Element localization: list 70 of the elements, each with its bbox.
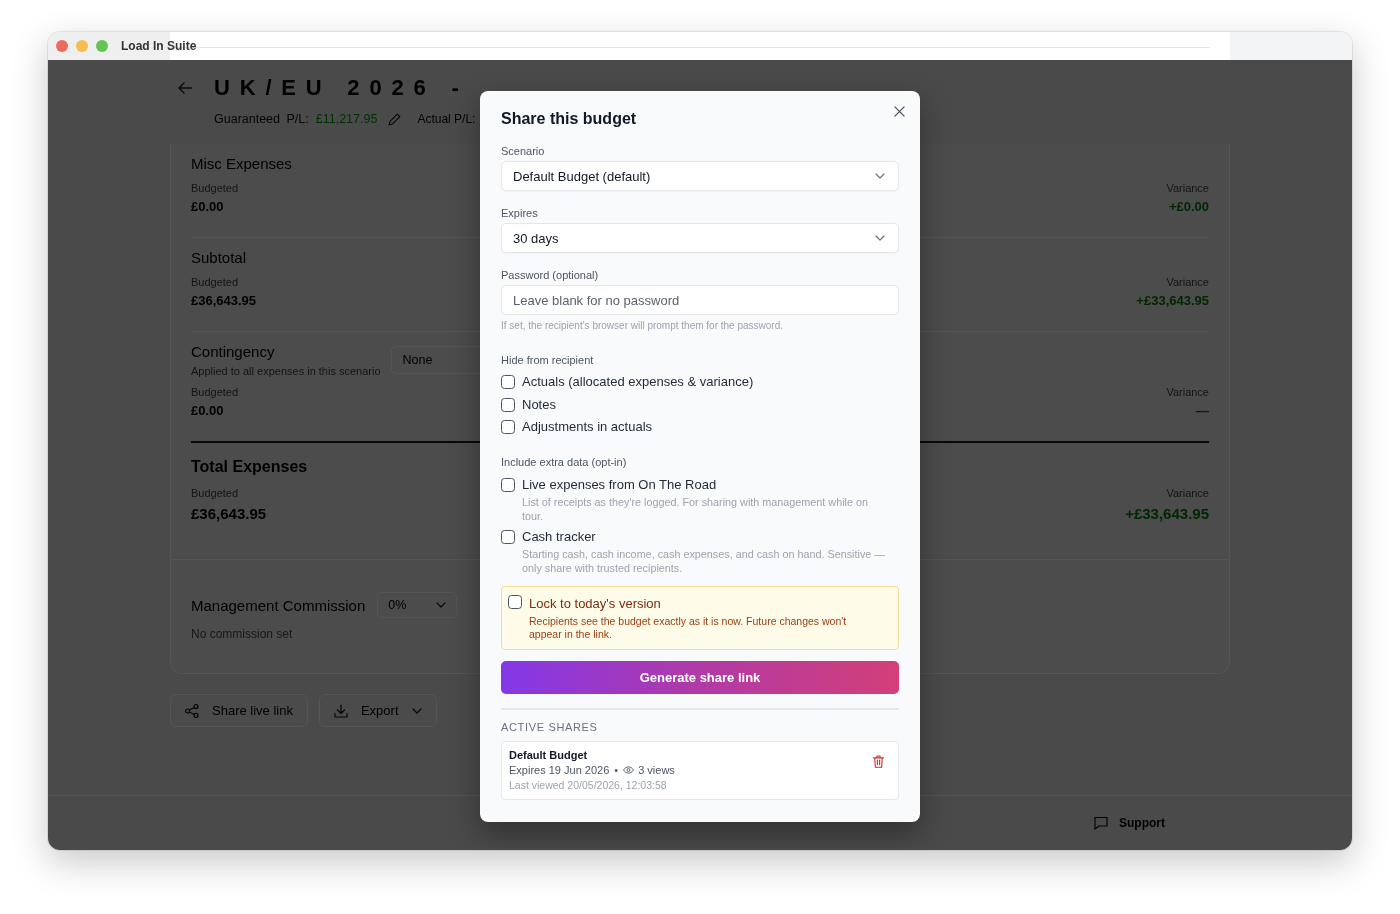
section-title: Misc Expenses: [191, 154, 292, 174]
close-icon: [894, 106, 905, 117]
variance-amount: +£33,643.95: [1125, 504, 1209, 524]
lock-description: Recipients see the budget exactly as it is now. Future changes won't appear in the link.: [529, 614, 848, 641]
checkbox[interactable]: [501, 477, 515, 492]
budgeted-label: Budgeted: [191, 275, 239, 289]
checkbox[interactable]: [501, 375, 515, 390]
budgeted-label: Budgeted: [191, 385, 239, 399]
budgeted-amount: £0.00: [191, 198, 224, 216]
budgeted-label: Budgeted: [191, 486, 239, 500]
option-description: List of receipts as they're logged. For sharing with management while on tour.: [522, 494, 869, 523]
variance-amount: +£33,643.95: [1136, 292, 1209, 310]
checkbox[interactable]: [501, 397, 515, 412]
section-title: Subtotal: [191, 248, 247, 268]
eye-icon: [623, 766, 635, 774]
view-count: 3 views: [638, 762, 675, 778]
expiry-date: Expires 19 Jun 2026: [509, 762, 610, 778]
window-title: Load In Suite: [121, 39, 197, 53]
variance-label: Variance: [1166, 181, 1209, 195]
checkbox-label[interactable]: Cash tracker: [522, 526, 596, 547]
variance-label: Variance: [1166, 486, 1209, 500]
section-title: Contingency: [191, 342, 275, 362]
variance-label: Variance: [1166, 385, 1209, 399]
separator-dot: •: [614, 762, 619, 778]
guaranteed-pl-value: £11,217.95: [315, 112, 378, 126]
chevron-down-icon: [875, 235, 885, 241]
checkbox[interactable]: [501, 529, 515, 544]
budgeted-amount: £0.00: [191, 402, 224, 420]
generate-link-button[interactable]: Generate share link: [501, 660, 899, 694]
budgeted-amount: £36,643.95: [191, 504, 267, 524]
budgeted-amount: £36,643.95: [191, 292, 257, 310]
option-description: Starting cash, cash income, cash expenses, and cash on hand. Sensitive — only share with trusted recipients.: [522, 546, 887, 575]
guaranteed-pl-label: Guaranteed P/L:: [214, 112, 309, 126]
checkbox-label[interactable]: Adjustments in actuals: [522, 417, 653, 438]
chevron-down-icon: [436, 602, 447, 608]
checkbox[interactable]: [501, 420, 515, 435]
chevron-down-icon: [411, 707, 422, 714]
last-viewed: Last viewed 20/05/2026, 12:03:58: [509, 777, 667, 793]
section-heading: ACTIVE SHARES: [501, 719, 598, 734]
select-field[interactable]: Default Budget (default): [501, 161, 899, 191]
field-hint: If set, the recipient's browser will prompt them for the password.: [501, 319, 784, 332]
download-icon: [333, 703, 348, 718]
share-icon: [185, 703, 199, 718]
variance-amount: —: [1196, 402, 1209, 420]
share-name: Default Budget: [509, 747, 588, 763]
variance-amount: +£0.00: [1168, 198, 1209, 216]
dialog-title: Share this budget: [501, 109, 637, 129]
group-label: Hide from recipient: [501, 353, 594, 367]
checkbox[interactable]: [508, 594, 522, 609]
actual-pl-label: Actual P/L:: [417, 112, 476, 126]
group-label: Include extra data (opt-in): [501, 454, 627, 469]
checkbox-label[interactable]: Live expenses from On The Road: [522, 474, 717, 495]
checkbox-label[interactable]: Lock to today's version: [529, 594, 661, 613]
password-field[interactable]: Leave blank for no password: [501, 285, 899, 315]
checkbox-label[interactable]: Notes: [522, 394, 556, 415]
close-button[interactable]: [894, 106, 905, 117]
budgeted-label: Budgeted: [191, 181, 239, 195]
commission-label: Management Commission: [191, 596, 366, 614]
select-field[interactable]: 30 days: [501, 223, 899, 253]
field-label: Expires: [501, 206, 538, 220]
section-title: Total Expenses: [191, 457, 308, 477]
speech-bubble-icon: [1094, 816, 1108, 830]
chevron-down-icon: [875, 173, 885, 179]
variance-label: Variance: [1166, 275, 1209, 289]
trash-icon[interactable]: [873, 754, 884, 768]
budget-title: UK/EU 2026 -: [214, 74, 469, 102]
window-close-icon[interactable]: [56, 40, 68, 52]
field-label: Scenario: [501, 144, 545, 158]
checkbox-label[interactable]: Actuals (allocated expenses & variance): [522, 372, 754, 393]
field-label: Password (optional): [501, 268, 599, 282]
